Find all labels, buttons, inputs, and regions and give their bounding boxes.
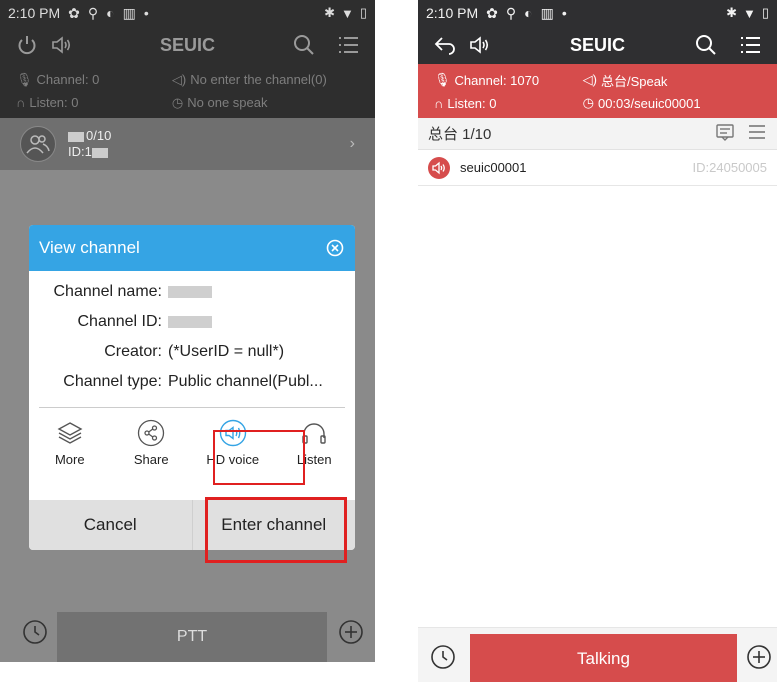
- member-name: seuic00001: [460, 160, 527, 175]
- status-time: 2:10 PM: [8, 5, 61, 21]
- bottom-bar: Talking: [418, 627, 777, 682]
- channel-name-row: Channel name:: [39, 277, 345, 307]
- status-bar: 2:10 PM ✿ ⚲ ◐ ▥ • ✱ ▼ ▯: [418, 0, 777, 26]
- dialog-actions: More Share HD voice Listen: [29, 408, 355, 486]
- redacted-channel-name: [168, 285, 212, 298]
- speaker-icon: ◁): [582, 72, 597, 88]
- title-bar: SEUIC: [0, 26, 375, 64]
- volume-icon[interactable]: [44, 30, 78, 60]
- add-icon[interactable]: [744, 642, 774, 672]
- message-icon[interactable]: [715, 123, 735, 145]
- title-bar: SEUIC: [418, 26, 777, 64]
- dot-status-icon: •: [561, 5, 567, 21]
- channel-id: ID:1: [68, 144, 92, 159]
- microphone-icon: 🎙︎: [16, 71, 33, 87]
- microphone-icon: 🎙︎: [434, 72, 451, 88]
- sync-status-icon: ◐: [106, 5, 115, 21]
- status-bar: 2:10 PM ✿ ⚲ ◐ ▥ • ✱ ▼ ▯: [0, 0, 375, 26]
- speak-state-label: No one speak: [187, 95, 268, 110]
- bluetooth-icon: ✱: [324, 5, 335, 20]
- channel-id-row: Channel ID:: [39, 307, 345, 337]
- battery-icon: ▯: [359, 5, 367, 20]
- wifi-icon: ▼: [340, 5, 354, 21]
- field-label: Channel type:: [63, 373, 162, 390]
- hd-voice-highlight-box: [213, 430, 305, 485]
- close-icon[interactable]: [325, 238, 345, 258]
- group-header-row[interactable]: 总台 1/10: [418, 118, 777, 150]
- ptt-button[interactable]: PTT: [57, 612, 327, 662]
- clock-icon: ◷: [582, 95, 594, 111]
- sync-status-icon: ◐: [524, 5, 533, 21]
- listen-label: Listen: 0: [29, 95, 79, 110]
- device-status-icon: ⚲: [87, 4, 99, 21]
- field-label: Creator:: [104, 343, 162, 360]
- channel-type-value: Public channel(Publ...: [168, 373, 323, 390]
- sim-status-icon: ▥: [122, 4, 136, 21]
- group-avatar-icon: [20, 126, 56, 162]
- listen-label: Listen: 0: [447, 95, 497, 111]
- device-status-icon: ⚲: [505, 4, 517, 21]
- history-icon[interactable]: [428, 642, 458, 672]
- history-icon[interactable]: [20, 617, 50, 647]
- left-phone-screen: 2:10 PM ✿ ⚲ ◐ ▥ • ✱ ▼ ▯ SEUIC 🎙︎ Channel…: [0, 0, 375, 662]
- status-time: 2:10 PM: [426, 5, 479, 21]
- right-phone-screen: 2:10 PM ✿ ⚲ ◐ ▥ • ✱ ▼ ▯ SEUIC 🎙︎ Channel…: [418, 0, 777, 682]
- redacted-id: [91, 147, 108, 158]
- clock-icon: ◷: [171, 94, 184, 110]
- menu-list-icon[interactable]: [733, 30, 767, 60]
- volume-icon[interactable]: [462, 30, 496, 60]
- share-icon: [136, 418, 166, 448]
- speak-state-label: 总台/Speak: [600, 73, 668, 89]
- power-icon[interactable]: [10, 30, 44, 60]
- enter-state-label: No enter the channel(0): [190, 72, 327, 87]
- cancel-button[interactable]: Cancel: [29, 500, 192, 550]
- creator-row: Creator: (*UserID = null*): [39, 337, 345, 367]
- channel-info-panel: 🎙︎ Channel: 0 ◁) No enter the channel(0) ∩…: [0, 64, 375, 118]
- speaker-icon: ◁): [171, 71, 187, 87]
- field-label: Channel ID:: [77, 313, 163, 330]
- speaking-icon: [428, 156, 450, 179]
- bluetooth-icon: ✱: [726, 5, 737, 20]
- chevron-right-icon: ›: [349, 135, 355, 152]
- share-button[interactable]: Share: [116, 418, 186, 486]
- settings-status-icon: ✿: [486, 4, 498, 21]
- search-icon[interactable]: [287, 30, 321, 60]
- channel-type-row: Channel type: Public channel(Publ...: [39, 367, 345, 397]
- member-id: ID:24050005: [692, 160, 767, 175]
- wifi-icon: ▼: [742, 5, 756, 21]
- headphones-icon: ∩: [434, 95, 444, 111]
- enter-channel-highlight-box: [205, 497, 347, 563]
- channel-label: Channel: 1070: [454, 72, 540, 88]
- channel-label: Channel: 0: [36, 72, 100, 87]
- redacted-name: [68, 131, 84, 142]
- dialog-title: View channel: [39, 238, 140, 257]
- settings-status-icon: ✿: [68, 4, 80, 21]
- sim-status-icon: ▥: [540, 4, 554, 21]
- creator-value: (*UserID = null*): [168, 343, 285, 360]
- more-label: More: [54, 452, 85, 467]
- member-row[interactable]: seuic00001 ID:24050005: [418, 150, 777, 186]
- channel-row[interactable]: 0/10 ID:1 ›: [0, 118, 375, 170]
- dialog-header: View channel: [29, 225, 355, 271]
- talking-button[interactable]: Talking: [470, 634, 737, 682]
- layers-icon: [55, 418, 85, 448]
- dot-status-icon: •: [143, 5, 149, 21]
- field-label: Channel name:: [53, 283, 162, 300]
- battery-icon: ▯: [761, 5, 769, 20]
- speaker-time-label: 00:03/seuic00001: [597, 95, 701, 111]
- add-icon[interactable]: [336, 617, 366, 647]
- channel-info-panel: 🎙︎ Channel: 1070 ◁) 总台/Speak ∩ Listen: 0 ◷ 0…: [418, 64, 777, 118]
- menu-list-icon[interactable]: [331, 30, 365, 60]
- menu-lines-icon[interactable]: [747, 123, 767, 145]
- back-arrow-icon[interactable]: [428, 30, 462, 60]
- share-label: Share: [133, 452, 169, 467]
- redacted-channel-id: [168, 315, 212, 328]
- search-icon[interactable]: [689, 30, 723, 60]
- channel-count: 0/10: [86, 128, 112, 143]
- headphones-icon: ∩: [16, 95, 26, 110]
- group-name: 总台 1/10: [428, 126, 492, 143]
- more-button[interactable]: More: [35, 418, 105, 486]
